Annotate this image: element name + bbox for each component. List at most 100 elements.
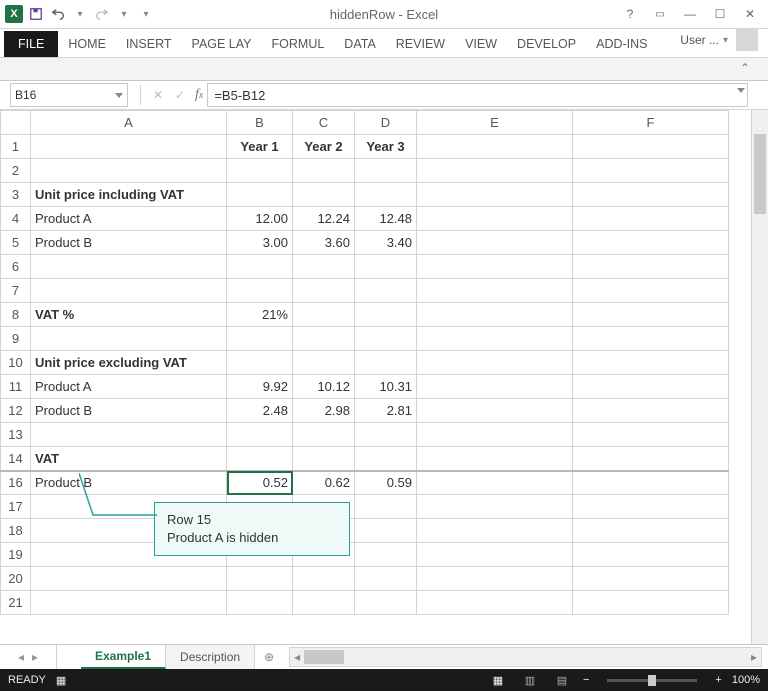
cell-E17[interactable]: [417, 495, 573, 519]
cell-C20[interactable]: [293, 567, 355, 591]
tab-formulas[interactable]: FORMUL: [262, 31, 335, 57]
row-header-19[interactable]: 19: [1, 543, 31, 567]
column-header-B[interactable]: B: [227, 111, 293, 135]
scroll-right-icon[interactable]: ▸: [747, 650, 761, 664]
tab-view[interactable]: VIEW: [455, 31, 507, 57]
insert-function-icon[interactable]: fx: [195, 87, 203, 103]
cell-B20[interactable]: [227, 567, 293, 591]
sheet-nav-buttons[interactable]: ◂ ▸: [0, 645, 57, 669]
view-page-layout-icon[interactable]: ▥: [519, 672, 541, 688]
cell-E4[interactable]: [417, 207, 573, 231]
cell-C11[interactable]: 10.12: [293, 375, 355, 399]
cell-A6[interactable]: [31, 255, 227, 279]
help-icon[interactable]: ?: [616, 2, 644, 26]
row-header-18[interactable]: 18: [1, 519, 31, 543]
row-header-21[interactable]: 21: [1, 591, 31, 615]
cell-A1[interactable]: [31, 135, 227, 159]
cell-B9[interactable]: [227, 327, 293, 351]
cell-B8[interactable]: 21%: [227, 303, 293, 327]
cell-B6[interactable]: [227, 255, 293, 279]
tab-developer[interactable]: DEVELOP: [507, 31, 586, 57]
cell-F4[interactable]: [573, 207, 729, 231]
cell-F2[interactable]: [573, 159, 729, 183]
cell-F12[interactable]: [573, 399, 729, 423]
cell-F20[interactable]: [573, 567, 729, 591]
sheet-tab-description[interactable]: Description: [166, 645, 255, 669]
cell-F1[interactable]: [573, 135, 729, 159]
cell-C10[interactable]: [293, 351, 355, 375]
cell-E7[interactable]: [417, 279, 573, 303]
cell-B11[interactable]: 9.92: [227, 375, 293, 399]
cell-D5[interactable]: 3.40: [355, 231, 417, 255]
cell-D11[interactable]: 10.31: [355, 375, 417, 399]
zoom-slider[interactable]: [607, 679, 697, 682]
cell-A14[interactable]: VAT: [31, 447, 227, 471]
row-header-6[interactable]: 6: [1, 255, 31, 279]
maximize-icon[interactable]: ☐: [706, 2, 734, 26]
cell-D6[interactable]: [355, 255, 417, 279]
cell-B13[interactable]: [227, 423, 293, 447]
cell-D1[interactable]: Year 3: [355, 135, 417, 159]
cell-F16[interactable]: [573, 471, 729, 495]
cell-C14[interactable]: [293, 447, 355, 471]
formula-bar[interactable]: =B5-B12: [207, 83, 748, 107]
row-header-4[interactable]: 4: [1, 207, 31, 231]
tab-file[interactable]: FILE: [4, 31, 58, 57]
cell-D3[interactable]: [355, 183, 417, 207]
undo-dropdown-icon[interactable]: ▾: [70, 4, 90, 24]
cell-F3[interactable]: [573, 183, 729, 207]
redo-dropdown-icon[interactable]: ▾: [114, 4, 134, 24]
cell-E6[interactable]: [417, 255, 573, 279]
row-header-9[interactable]: 9: [1, 327, 31, 351]
zoom-out-icon[interactable]: −: [583, 674, 589, 686]
collapse-ribbon-icon[interactable]: ⌃: [740, 61, 750, 75]
column-header-E[interactable]: E: [417, 111, 573, 135]
cell-F18[interactable]: [573, 519, 729, 543]
cell-A4[interactable]: Product A: [31, 207, 227, 231]
cell-B7[interactable]: [227, 279, 293, 303]
cell-D7[interactable]: [355, 279, 417, 303]
cell-B14[interactable]: [227, 447, 293, 471]
cell-D20[interactable]: [355, 567, 417, 591]
tab-data[interactable]: DATA: [334, 31, 385, 57]
cell-D9[interactable]: [355, 327, 417, 351]
cell-F19[interactable]: [573, 543, 729, 567]
cell-D10[interactable]: [355, 351, 417, 375]
cell-B21[interactable]: [227, 591, 293, 615]
cell-C3[interactable]: [293, 183, 355, 207]
qat-customize-icon[interactable]: ▾: [136, 4, 156, 24]
cell-D4[interactable]: 12.48: [355, 207, 417, 231]
view-page-break-icon[interactable]: ▤: [551, 672, 573, 688]
cell-E3[interactable]: [417, 183, 573, 207]
cell-E13[interactable]: [417, 423, 573, 447]
cell-A13[interactable]: [31, 423, 227, 447]
scroll-left-icon[interactable]: ◂: [290, 650, 304, 664]
cell-A20[interactable]: [31, 567, 227, 591]
cell-F6[interactable]: [573, 255, 729, 279]
cell-E10[interactable]: [417, 351, 573, 375]
formula-expand-icon[interactable]: [737, 88, 745, 93]
cell-F8[interactable]: [573, 303, 729, 327]
cell-F7[interactable]: [573, 279, 729, 303]
row-header-13[interactable]: 13: [1, 423, 31, 447]
row-header-20[interactable]: 20: [1, 567, 31, 591]
cell-F14[interactable]: [573, 447, 729, 471]
cell-C2[interactable]: [293, 159, 355, 183]
tab-page-layout[interactable]: PAGE LAY: [182, 31, 262, 57]
minimize-icon[interactable]: —: [676, 2, 704, 26]
row-header-2[interactable]: 2: [1, 159, 31, 183]
cell-A3[interactable]: Unit price including VAT: [31, 183, 227, 207]
cell-B5[interactable]: 3.00: [227, 231, 293, 255]
cell-B3[interactable]: [227, 183, 293, 207]
tab-insert[interactable]: INSERT: [116, 31, 182, 57]
cell-B10[interactable]: [227, 351, 293, 375]
cell-F9[interactable]: [573, 327, 729, 351]
tab-home[interactable]: HOME: [58, 31, 116, 57]
cell-E12[interactable]: [417, 399, 573, 423]
cell-A7[interactable]: [31, 279, 227, 303]
cell-F13[interactable]: [573, 423, 729, 447]
cell-B1[interactable]: Year 1: [227, 135, 293, 159]
cell-C21[interactable]: [293, 591, 355, 615]
row-header-1[interactable]: 1: [1, 135, 31, 159]
cell-A10[interactable]: Unit price excluding VAT: [31, 351, 227, 375]
